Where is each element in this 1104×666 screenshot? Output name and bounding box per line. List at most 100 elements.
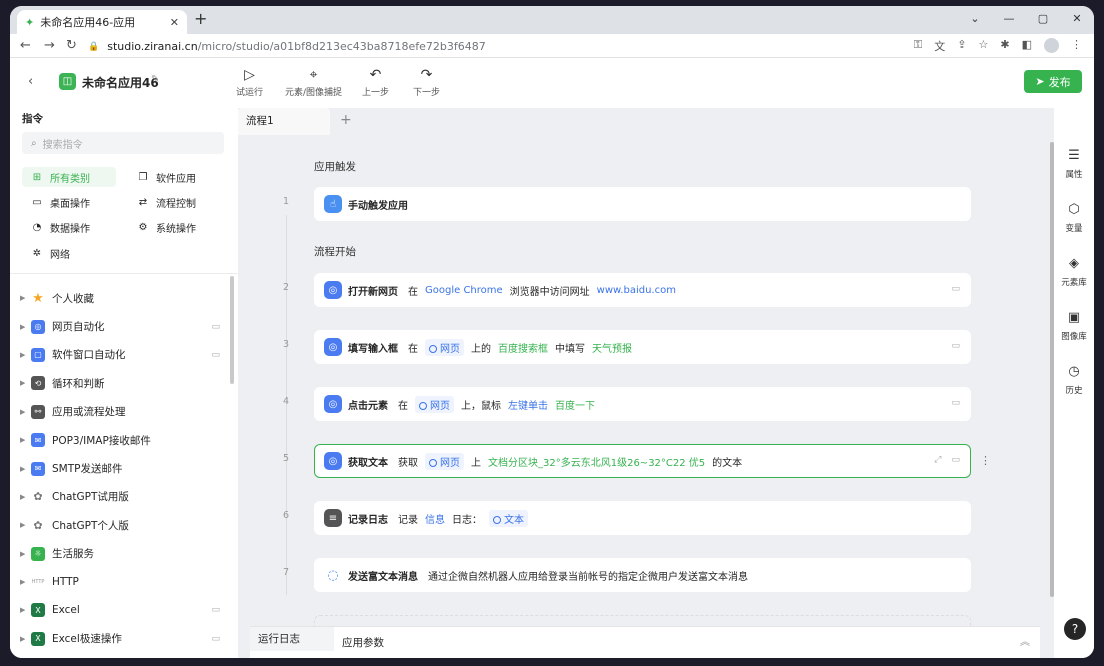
group-chatgpt-personal[interactable]: ▶ ✿ ChatGPT个人版 bbox=[10, 511, 236, 539]
step-param[interactable]: 百度一下 bbox=[555, 397, 595, 412]
category-software[interactable]: ❐ 软件应用 bbox=[128, 167, 222, 187]
publish-button[interactable]: ➤ 发布 bbox=[1024, 70, 1082, 93]
forward-arrow-icon[interactable]: → bbox=[44, 38, 55, 53]
group-smtp[interactable]: ▶ ✉ SMTP发送邮件 bbox=[10, 454, 236, 482]
log-icon: ≡ bbox=[324, 509, 342, 527]
command-search-input[interactable]: ⌕ 搜索指令 bbox=[22, 132, 224, 154]
sidepanel-icon[interactable]: ◧ bbox=[1022, 38, 1032, 54]
category-flow[interactable]: ⇄ 流程控制 bbox=[128, 192, 222, 212]
step-param[interactable]: 左键单击 bbox=[508, 397, 548, 412]
url-field[interactable]: 🔒 studio.ziranai.cn /micro/studio/a01bf8… bbox=[88, 37, 988, 56]
step-param[interactable]: 信息 bbox=[425, 511, 445, 526]
step-param[interactable]: www.baidu.com bbox=[597, 285, 676, 296]
step-open-webpage[interactable]: ◎ 打开新网页 在 Google Chrome 浏览器中访问网址 www.bai… bbox=[314, 273, 971, 307]
category-system[interactable]: ⚙ 系统操作 bbox=[128, 217, 222, 237]
sliders-icon: ☰ bbox=[1068, 148, 1080, 163]
step-log[interactable]: ≡ 记录日志 记录 信息 日志： 文本 bbox=[314, 501, 971, 535]
share-icon[interactable]: ⇪ bbox=[957, 38, 966, 54]
step-text: 日志： bbox=[452, 514, 482, 526]
step-click-element[interactable]: ◎ 点击元素 在 网页 上，鼠标 左键单击 百度一下 ▭ bbox=[314, 387, 971, 421]
close-tab-icon[interactable]: ✕ bbox=[170, 16, 179, 29]
step-number: 6 bbox=[282, 510, 290, 521]
chat-bubble-icon: ◌ bbox=[327, 567, 339, 583]
category-all[interactable]: ⊞ 所有类别 bbox=[22, 167, 116, 187]
undo-button[interactable]: ↶ 上一步 bbox=[362, 65, 389, 98]
expand-icon[interactable]: ⤢ bbox=[934, 455, 941, 465]
variable-chip[interactable]: 文本 bbox=[489, 509, 528, 527]
new-tab-icon[interactable]: + bbox=[194, 9, 207, 28]
window-controls: ⌄ — ▢ ✕ bbox=[958, 6, 1094, 34]
key-icon[interactable]: ⚿ bbox=[914, 38, 922, 54]
minimize-icon[interactable]: — bbox=[992, 6, 1026, 34]
panel-history[interactable]: ◷ 历史 bbox=[1054, 364, 1094, 396]
step-text: 上，鼠标 bbox=[461, 400, 501, 412]
group-excel-fast[interactable]: ▶ X Excel极速操作 ▭ bbox=[10, 625, 236, 653]
group-life-service[interactable]: ▶ ☼ 生活服务 bbox=[10, 540, 236, 568]
extensions-icon[interactable]: ✱ bbox=[1000, 38, 1009, 54]
panel-properties[interactable]: ☰ 属性 bbox=[1054, 148, 1094, 180]
translate-icon[interactable]: 文 bbox=[934, 38, 945, 54]
window-icon: ▢ bbox=[31, 347, 45, 362]
group-chatgpt-trial[interactable]: ▶ ✿ ChatGPT试用版 bbox=[10, 483, 236, 511]
tab-run-log[interactable]: 运行日志 bbox=[250, 627, 334, 651]
group-web-automation[interactable]: ▶ ◎ 网页自动化 ▭ bbox=[10, 312, 236, 340]
tab-flow1[interactable]: 流程1 bbox=[238, 108, 330, 135]
close-window-icon[interactable]: ✕ bbox=[1060, 6, 1094, 34]
web-icon: ◎ bbox=[324, 395, 342, 413]
group-favorites[interactable]: ▶ ★ 个人收藏 bbox=[10, 284, 236, 312]
back-chevron-icon[interactable]: ‹ bbox=[28, 74, 33, 89]
step-param[interactable]: Google Chrome bbox=[425, 285, 503, 296]
menu-dots-icon[interactable]: ⋮ bbox=[1071, 38, 1082, 54]
bookmark-star-icon[interactable]: ☆ bbox=[979, 38, 989, 54]
sidebar-scrollbar[interactable] bbox=[230, 276, 234, 384]
profile-avatar-icon[interactable] bbox=[1044, 38, 1059, 53]
variable-chip[interactable]: 网页 bbox=[425, 452, 464, 470]
star-icon: ★ bbox=[32, 290, 44, 306]
group-pop3[interactable]: ▶ ✉ POP3/IMAP接收邮件 bbox=[10, 426, 236, 454]
redo-button[interactable]: ↷ 下一步 bbox=[413, 65, 440, 98]
group-label: SMTP发送邮件 bbox=[52, 463, 123, 476]
tab-app-params[interactable]: 应用参数 bbox=[342, 635, 384, 650]
step-param[interactable]: 文档分区块_32°多云东北风1级26~32°C22 优5 bbox=[488, 454, 705, 469]
more-options-icon[interactable]: ⋮ bbox=[980, 454, 991, 467]
group-http[interactable]: ▶ HTTP HTTP bbox=[10, 568, 236, 596]
group-loop[interactable]: ▶ ⟲ 循环和判断 bbox=[10, 369, 236, 397]
step-param[interactable]: 天气预报 bbox=[592, 340, 632, 355]
expand-up-icon[interactable]: ︽ bbox=[1020, 633, 1030, 648]
group-excel[interactable]: ▶ X Excel ▭ bbox=[10, 596, 236, 624]
step-get-text[interactable]: ◎ 获取文本 获取 网页 上 文档分区块_32°多云东北风1级26~32°C22… bbox=[314, 444, 971, 478]
step-param[interactable]: 百度搜索框 bbox=[498, 340, 548, 355]
search-icon: ⌕ bbox=[31, 137, 37, 149]
capture-button[interactable]: ⌖ 元素/图像捕捉 bbox=[285, 65, 342, 98]
step-text: 记录 bbox=[398, 514, 418, 526]
help-icon[interactable]: ? bbox=[1064, 618, 1086, 640]
run-test-button[interactable]: ▷ 试运行 bbox=[236, 65, 263, 98]
app-header: ‹ ◫ 未命名应用46 ✎ ▷ 试运行 ⌖ 元素/图像捕捉 ↶ 上一步 ↷ 下一… bbox=[10, 58, 1094, 108]
web-icon: ◎ bbox=[324, 338, 342, 356]
group-process[interactable]: ▶ ⚯ 应用或流程处理 bbox=[10, 398, 236, 426]
category-network[interactable]: ✲ 网络 bbox=[22, 243, 116, 263]
step-send-richtext[interactable]: ◌ 发送富文本消息 通过企微自然机器人应用给登录当前帐号的指定企微用户发送富文本… bbox=[314, 558, 971, 592]
tab-list-chevron-icon[interactable]: ⌄ bbox=[958, 6, 992, 34]
text-variable-icon bbox=[493, 515, 501, 524]
reload-icon[interactable]: ↻ bbox=[66, 38, 77, 53]
category-label: 网络 bbox=[50, 249, 70, 261]
step-text: 在 bbox=[408, 343, 418, 355]
back-arrow-icon[interactable]: ← bbox=[20, 38, 31, 53]
variable-chip[interactable]: 网页 bbox=[415, 395, 454, 413]
panel-element-library[interactable]: ◈ 元素库 bbox=[1054, 256, 1094, 288]
step-fill-input[interactable]: ◎ 填写输入框 在 网页 上的 百度搜索框 中填写 天气预报 ▭ bbox=[314, 330, 971, 364]
browser-tab[interactable]: ✦ 未命名应用46-应用 ✕ bbox=[17, 10, 187, 34]
panel-variables[interactable]: ⬡ 变量 bbox=[1054, 202, 1094, 234]
add-flow-icon[interactable]: + bbox=[340, 112, 352, 128]
category-data[interactable]: ◔ 数据操作 bbox=[22, 217, 116, 237]
step-number: 7 bbox=[282, 567, 290, 578]
group-window-automation[interactable]: ▶ ▢ 软件窗口自动化 ▭ bbox=[10, 341, 236, 369]
maximize-icon[interactable]: ▢ bbox=[1026, 6, 1060, 34]
category-desktop[interactable]: ▭ 桌面操作 bbox=[22, 192, 116, 212]
variable-chip[interactable]: 网页 bbox=[425, 338, 464, 356]
edit-name-icon[interactable]: ✎ bbox=[151, 74, 159, 85]
step-manual-trigger[interactable]: ☝ 手动触发应用 bbox=[314, 187, 971, 221]
step-title: 点击元素 bbox=[348, 400, 388, 412]
panel-image-library[interactable]: ▣ 图像库 bbox=[1054, 310, 1094, 342]
